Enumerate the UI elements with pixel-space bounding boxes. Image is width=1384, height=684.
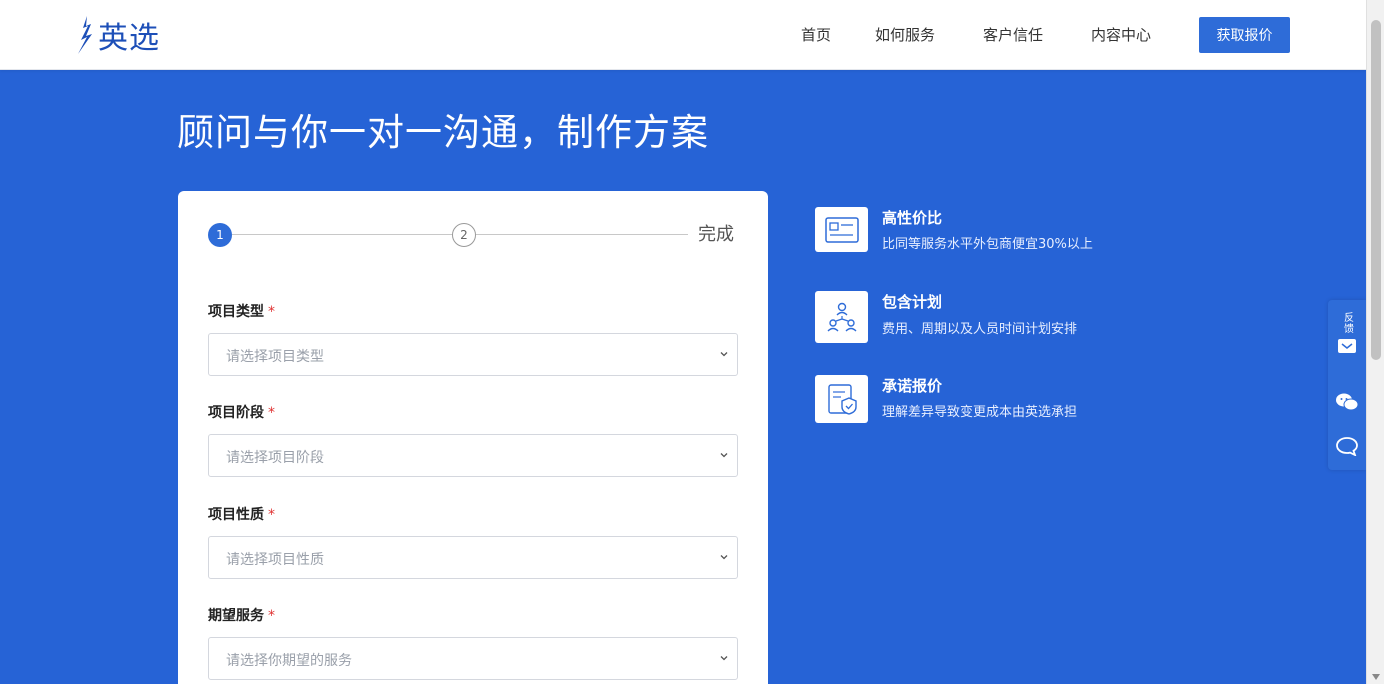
chat-bubble-icon (1336, 437, 1358, 456)
project-type-select[interactable]: 请选择项目类型 (208, 333, 738, 376)
feature-title: 高性价比 (882, 209, 943, 227)
online-chat-button[interactable] (1328, 436, 1366, 456)
step-indicator: 1 2 完成 (208, 223, 738, 247)
nav-item-how-we-serve[interactable]: 如何服务 (875, 24, 935, 45)
quote-form-card: 1 2 完成 项目类型 * 请选择项目类型 项目阶段 * 请选择项目阶段 项目性质 *… (178, 191, 768, 684)
feature-desc: 理解差异导致变更成本由英选承担 (882, 405, 1078, 420)
feature-desc: 比同等服务水平外包商便宜30%以上 (882, 237, 1093, 252)
feature-title: 包含计划 (882, 293, 943, 311)
field-label-text: 项目阶段 (208, 405, 264, 421)
required-mark: * (268, 507, 275, 523)
logo[interactable]: 英选 (76, 14, 160, 56)
feature-desc: 费用、周期以及人员时间计划安排 (882, 322, 1078, 337)
logo-mark-icon (78, 16, 92, 54)
logo-text: 英选 (98, 21, 160, 56)
scroll-down-arrow-icon[interactable] (1372, 674, 1380, 680)
required-mark: * (268, 304, 275, 320)
field-label-project-type: 项目类型 * (208, 301, 275, 321)
feature-title: 承诺报价 (882, 377, 943, 395)
price-tag-icon (815, 207, 868, 252)
get-quote-button[interactable]: 获取报价 (1199, 17, 1290, 53)
select-placeholder: 请选择项目阶段 (226, 450, 324, 466)
step-connector (476, 234, 688, 235)
required-mark: * (268, 608, 275, 624)
feedback-label: 反馈 (1341, 312, 1353, 334)
select-placeholder: 请选择项目类型 (226, 349, 324, 365)
nav-item-content-center[interactable]: 内容中心 (1091, 24, 1151, 45)
feedback-icon (1338, 339, 1356, 353)
project-stage-select[interactable]: 请选择项目阶段 (208, 434, 738, 477)
page-scrollbar[interactable] (1366, 0, 1384, 684)
chevron-down-icon (720, 453, 728, 458)
feedback-button[interactable]: 反馈 (1328, 312, 1366, 354)
step-done-label: 完成 (698, 224, 734, 245)
team-plan-icon (815, 291, 868, 343)
field-label-expected-service: 期望服务 * (208, 605, 275, 625)
select-placeholder: 请选择项目性质 (226, 552, 324, 568)
scrollbar-thumb[interactable] (1371, 20, 1381, 360)
floating-side-toolbar: 反馈 (1328, 300, 1366, 470)
field-label-text: 项目性质 (208, 507, 264, 523)
field-label-project-nature: 项目性质 * (208, 504, 275, 524)
nav-item-home[interactable]: 首页 (801, 24, 831, 45)
nav-item-client-trust[interactable]: 客户信任 (983, 24, 1043, 45)
field-label-project-stage: 项目阶段 * (208, 402, 275, 422)
select-placeholder: 请选择你期望的服务 (226, 653, 352, 669)
chevron-down-icon (720, 352, 728, 357)
top-header: 英选 首页 如何服务 客户信任 内容中心 获取报价 (0, 0, 1366, 70)
field-label-text: 项目类型 (208, 304, 264, 320)
page-title: 顾问与你一对一沟通，制作方案 (177, 111, 709, 154)
chevron-down-icon (720, 555, 728, 560)
chevron-down-icon (720, 656, 728, 661)
expected-service-select[interactable]: 请选择你期望的服务 (208, 637, 738, 680)
wechat-button[interactable] (1328, 392, 1366, 412)
field-label-text: 期望服务 (208, 608, 264, 624)
wechat-icon (1336, 393, 1359, 411)
step-1: 1 (208, 223, 232, 247)
shield-document-icon (815, 375, 868, 423)
project-nature-select[interactable]: 请选择项目性质 (208, 536, 738, 579)
step-2: 2 (452, 223, 476, 247)
required-mark: * (268, 405, 275, 421)
step-connector (232, 234, 452, 235)
